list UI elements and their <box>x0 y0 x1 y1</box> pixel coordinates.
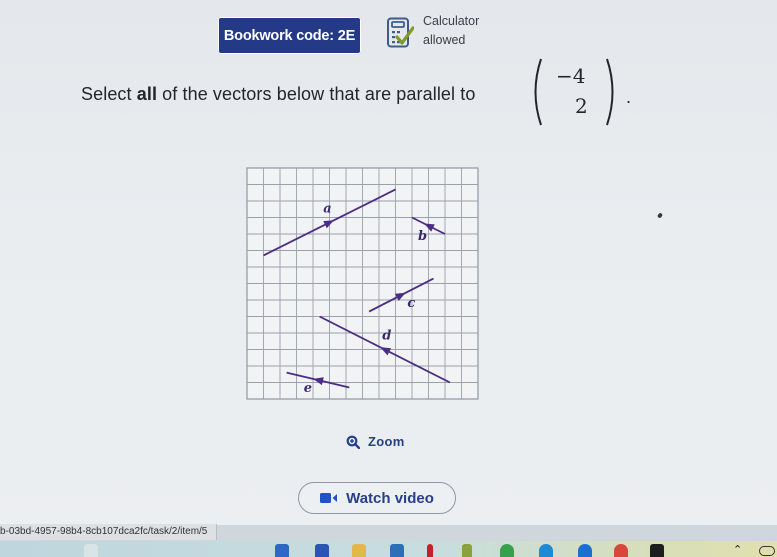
question-prefix: Select <box>81 84 137 104</box>
vector-diagram: a b c d e <box>244 165 484 405</box>
target-vector-bottom: 2 <box>575 94 588 118</box>
video-camera-icon <box>320 493 338 503</box>
calculator-allowed-label: allowed <box>423 33 466 47</box>
vector-app-icon[interactable] <box>462 544 472 557</box>
taskbar: ⌃ <box>0 541 777 557</box>
onedrive-icon[interactable] <box>578 544 592 557</box>
file-explorer-icon[interactable] <box>275 544 289 557</box>
zoom-icon <box>346 435 360 449</box>
mail-icon[interactable] <box>390 544 404 557</box>
grid-lines <box>246 167 479 400</box>
target-vector-top: −4 <box>556 64 586 88</box>
vector-d-label: d <box>382 329 391 344</box>
capcut-icon[interactable] <box>650 544 664 557</box>
question-text: Select all of the vectors below that are… <box>81 84 475 105</box>
vector-e-label: e <box>304 381 312 396</box>
bookwork-code-badge: Bookwork code: 2E <box>218 17 361 54</box>
netflix-icon[interactable] <box>427 544 433 557</box>
zoom-button[interactable]: Zoom <box>346 434 405 449</box>
edge-icon[interactable] <box>539 544 553 557</box>
status-url: b-03bd-4957-98b4-8cb107dca2fc/task/2/ite… <box>0 524 217 540</box>
vector-c-label: c <box>407 296 415 311</box>
spotify-icon[interactable] <box>500 544 514 557</box>
screen-speck <box>656 212 664 219</box>
calculator-check-icon <box>387 17 414 48</box>
vector-b-label: b <box>418 229 427 244</box>
folder-icon[interactable] <box>352 544 366 557</box>
chrome-icon[interactable] <box>614 544 628 557</box>
grid-svg: a b c d e <box>246 167 479 400</box>
question-emphasis: all <box>136 84 158 104</box>
calculator-status: Calculator allowed <box>423 12 479 50</box>
search-box[interactable] <box>84 544 98 557</box>
store-icon[interactable] <box>315 544 329 557</box>
chevron-up-icon[interactable]: ⌃ <box>733 543 742 556</box>
cloud-icon[interactable] <box>759 546 775 556</box>
question-period: . <box>626 88 632 107</box>
right-parenthesis <box>606 58 614 126</box>
vector-a-label: a <box>323 201 331 216</box>
watch-video-button[interactable]: Watch video <box>298 482 456 514</box>
zoom-label: Zoom <box>368 434 405 449</box>
calculator-label: Calculator <box>423 14 480 28</box>
question-suffix: of the vectors below that are parallel t… <box>157 84 476 104</box>
watch-video-label: Watch video <box>346 489 434 507</box>
left-parenthesis <box>534 58 542 126</box>
